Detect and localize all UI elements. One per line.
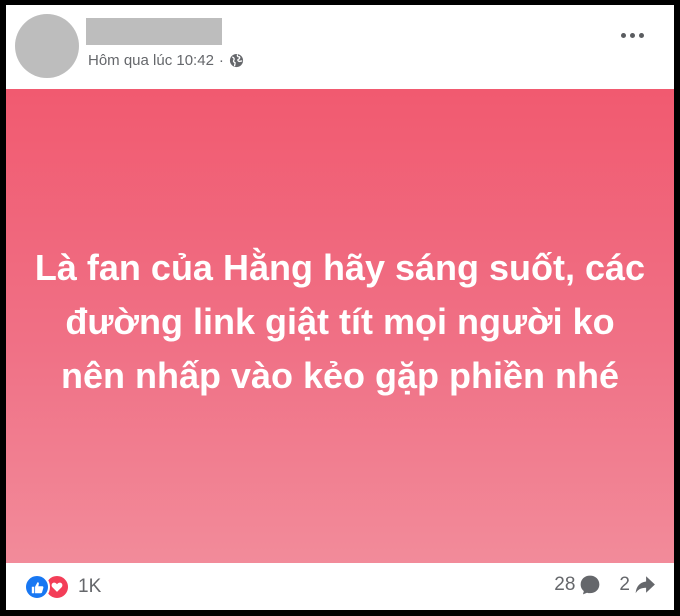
post-card: Hôm qua lúc 10:42 · Là fan của Hằng hãy … xyxy=(6,5,674,610)
more-dot xyxy=(630,33,635,38)
share-stat[interactable]: 2 xyxy=(619,574,656,596)
like-icon xyxy=(24,574,50,600)
comment-stat[interactable]: 28 xyxy=(554,574,601,596)
author-name-redacted[interactable] xyxy=(86,18,222,45)
comment-count: 28 xyxy=(554,574,576,595)
more-dot xyxy=(621,33,626,38)
post-text: Là fan của Hằng hãy sáng suốt, các đường… xyxy=(34,247,646,396)
reaction-count: 1K xyxy=(78,576,102,597)
post-background: Là fan của Hằng hãy sáng suốt, các đường… xyxy=(6,89,674,563)
post-footer: 1K 28 2 xyxy=(6,563,674,610)
avatar[interactable] xyxy=(15,14,79,78)
more-dot xyxy=(639,33,644,38)
reactions-summary[interactable]: 1K xyxy=(24,574,101,600)
timestamp[interactable]: Hôm qua lúc 10:42 xyxy=(88,52,214,69)
post-header: Hôm qua lúc 10:42 · xyxy=(6,5,674,89)
post-meta: Hôm qua lúc 10:42 · xyxy=(88,52,244,69)
share-count: 2 xyxy=(619,574,630,595)
share-icon xyxy=(635,576,655,594)
meta-separator: · xyxy=(218,52,224,69)
comment-icon xyxy=(581,575,600,595)
more-options-icon[interactable] xyxy=(621,33,644,38)
engagement-stats: 28 2 xyxy=(554,574,656,596)
globe-icon[interactable] xyxy=(229,53,244,68)
